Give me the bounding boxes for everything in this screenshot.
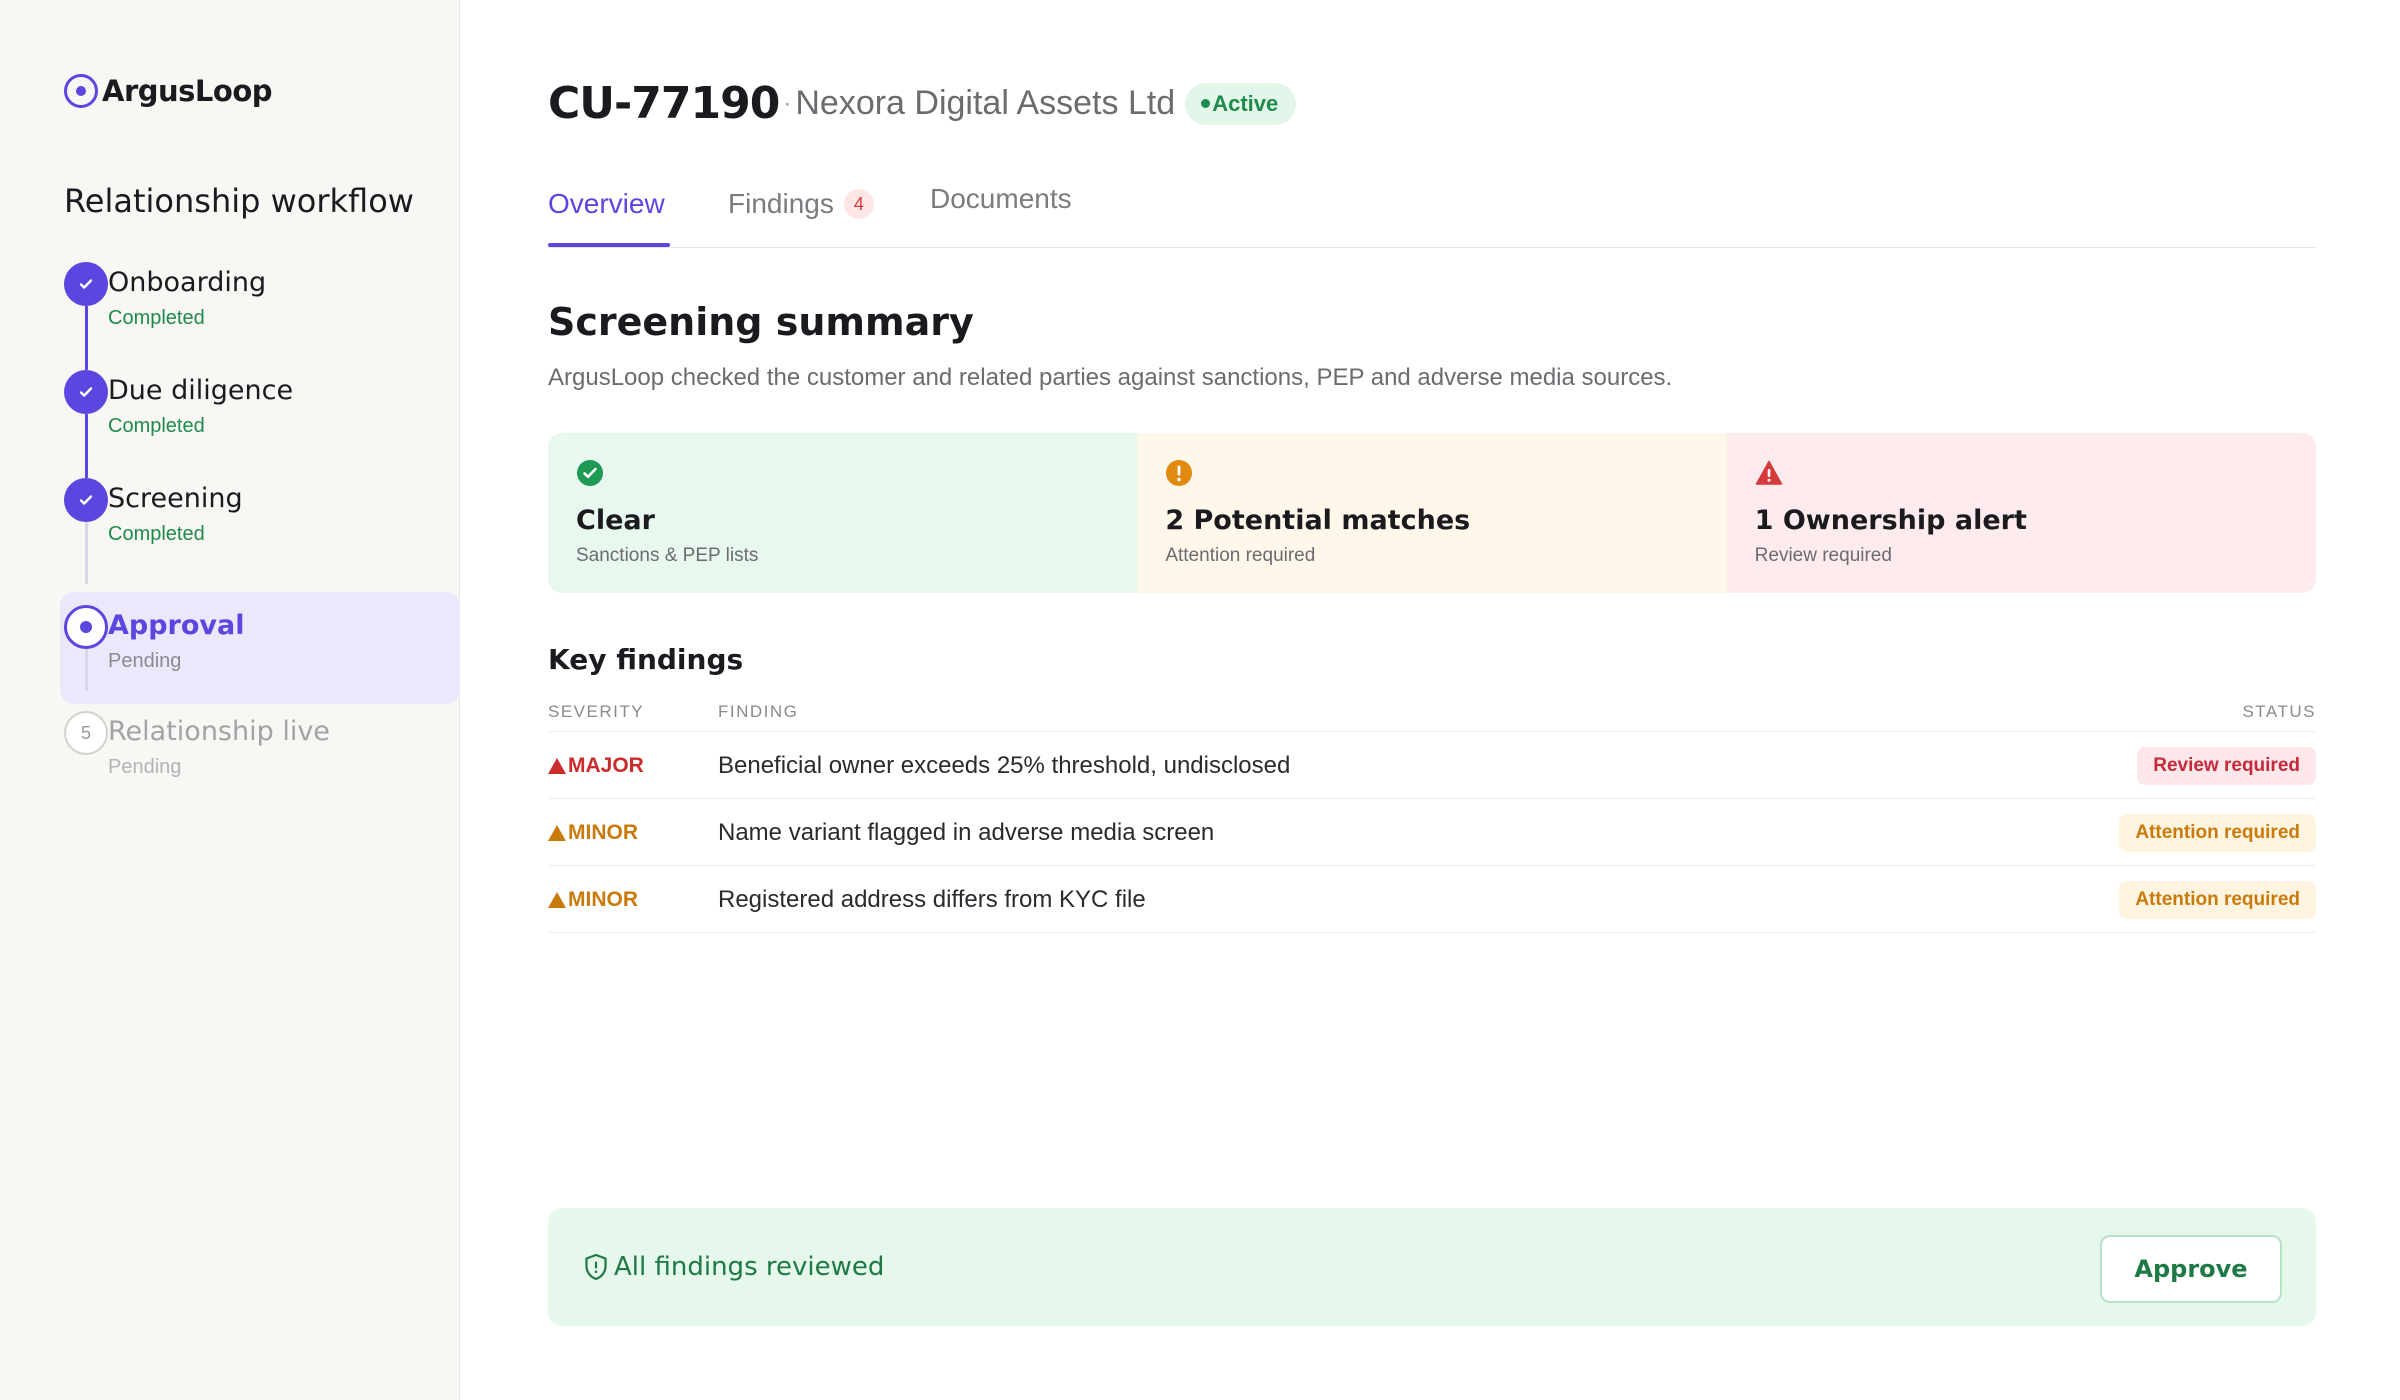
check-icon	[64, 370, 108, 414]
warning-triangle-icon	[548, 892, 566, 908]
tab-bar: Overview Findings 4 Documents	[548, 180, 2316, 248]
step-label: Due diligence	[108, 375, 294, 406]
severity-text: MINOR	[568, 821, 638, 844]
summary-card-ownership-alert[interactable]: 1 Ownership alert Review required	[1726, 433, 2316, 593]
status-badge: Attention required	[2119, 814, 2316, 852]
severity-label: MINOR	[548, 821, 638, 845]
current-step-icon	[64, 605, 108, 649]
summary-cards: Clear Sanctions & PEP lists 2 Potential …	[548, 433, 2316, 593]
step-connector	[85, 414, 88, 478]
severity-label: MAJOR	[548, 754, 644, 778]
card-title: Clear	[576, 505, 655, 536]
header-separator: ·	[783, 89, 792, 117]
approve-button[interactable]: Approve	[2100, 1235, 2282, 1303]
step-label: Relationship live	[108, 716, 330, 747]
tab-label: Overview	[548, 188, 665, 219]
status-badge-label: Active	[1212, 90, 1279, 116]
step-connector	[85, 522, 88, 584]
page-header: CU-77190 · Nexora Digital Assets Ltd Act…	[548, 78, 1297, 129]
section-description: ArgusLoop checked the customer and relat…	[548, 364, 1673, 391]
status-dot-icon	[1201, 99, 1211, 108]
customer-name: Nexora Digital Assets Ltd	[795, 84, 1176, 122]
finding-text: Name variant flagged in adverse media sc…	[718, 819, 1215, 846]
review-status: All findings reviewed	[582, 1252, 884, 1282]
customer-id: CU-77190	[548, 78, 780, 129]
active-tab-indicator	[548, 243, 670, 247]
step-label: Screening	[108, 483, 243, 514]
warning-triangle-icon	[548, 758, 566, 774]
app-name: ArgusLoop	[102, 74, 273, 108]
table-row[interactable]: MINOR Name variant flagged in adverse me…	[548, 799, 2316, 866]
step-status: Completed	[108, 523, 205, 545]
status-badge: Review required	[2137, 747, 2316, 785]
review-status-message: All findings reviewed	[614, 1252, 885, 1282]
status-badge: Active	[1185, 82, 1297, 125]
exclamation-circle-icon	[1166, 460, 1193, 486]
approval-footer: All findings reviewed Approve	[548, 1208, 2316, 1326]
tab-label: Documents	[930, 183, 1072, 214]
card-title: 2 Potential matches	[1165, 505, 1471, 536]
step-number-icon: 5	[64, 711, 108, 755]
step-connector	[85, 306, 88, 370]
table-row[interactable]: MINOR Registered address differs from KY…	[548, 866, 2316, 933]
step-status: Pending	[108, 756, 182, 778]
tab-overview[interactable]: Overview	[548, 188, 665, 220]
column-header-status: STATUS	[2242, 702, 2316, 721]
severity-label: MINOR	[548, 888, 638, 912]
warning-triangle-icon	[548, 825, 566, 841]
current-step-highlight	[60, 592, 460, 704]
card-title: 1 Ownership alert	[1754, 505, 2027, 536]
workflow-title: Relationship workflow	[64, 182, 414, 220]
step-status: Pending	[108, 650, 182, 672]
check-icon	[64, 262, 108, 306]
check-icon	[64, 478, 108, 522]
tab-label: Findings	[728, 188, 834, 219]
severity-text: MINOR	[568, 888, 638, 911]
findings-count-badge: 4	[843, 189, 874, 219]
step-status: Completed	[108, 307, 205, 329]
table-row[interactable]: MAJOR Beneficial owner exceeds 25% thres…	[548, 732, 2316, 799]
section-title: Screening summary	[548, 300, 974, 344]
step-status: Completed	[108, 415, 205, 437]
summary-card-clear[interactable]: Clear Sanctions & PEP lists	[548, 433, 1138, 593]
app-logo[interactable]: ArgusLoop	[64, 74, 273, 108]
column-header-severity: SEVERITY	[548, 702, 645, 721]
card-subtitle: Review required	[1754, 545, 1892, 566]
card-subtitle: Sanctions & PEP lists	[576, 545, 759, 566]
shield-icon	[585, 1253, 607, 1281]
logo-icon	[64, 74, 98, 108]
status-badge: Attention required	[2119, 881, 2316, 919]
column-header-finding: FINDING	[718, 702, 799, 721]
warning-triangle-icon	[1755, 460, 1782, 485]
step-label: Onboarding	[108, 267, 267, 298]
step-label: Approval	[108, 610, 245, 641]
findings-table-header: SEVERITY FINDING STATUS	[548, 692, 2316, 732]
sidebar: ArgusLoop Relationship workflow Onboardi…	[0, 0, 460, 1400]
summary-card-potential-matches[interactable]: 2 Potential matches Attention required	[1137, 433, 1727, 593]
finding-text: Beneficial owner exceeds 25% threshold, …	[718, 752, 1291, 779]
step-connector	[85, 649, 88, 691]
key-findings-title: Key findings	[548, 643, 744, 676]
card-subtitle: Attention required	[1165, 545, 1316, 566]
severity-text: MAJOR	[568, 754, 644, 777]
finding-text: Registered address differs from KYC file	[718, 886, 1146, 913]
tab-findings[interactable]: Findings 4	[728, 188, 874, 220]
check-circle-icon	[577, 460, 603, 486]
tab-documents[interactable]: Documents	[930, 183, 1072, 215]
